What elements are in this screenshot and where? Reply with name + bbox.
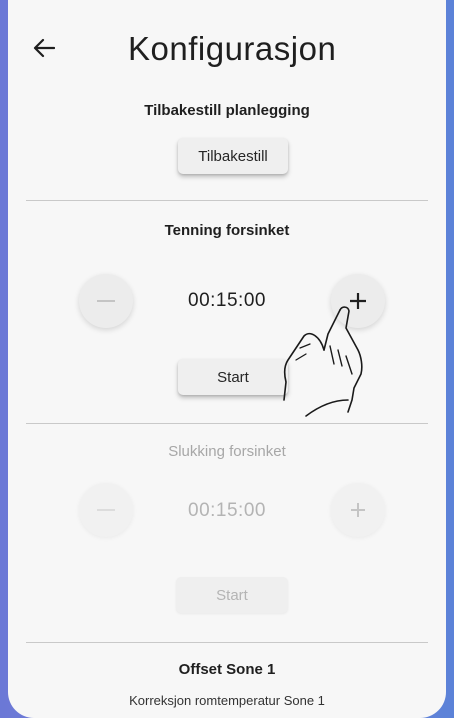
offset-zone-subtitle: Korreksjon romtemperatur Sone 1 <box>129 693 325 708</box>
configuration-screen: Konfigurasjon Tilbakestill planlegging T… <box>8 0 446 718</box>
device-frame: Konfigurasjon Tilbakestill planlegging T… <box>0 0 454 718</box>
ignition-start-button[interactable]: Start <box>178 359 288 395</box>
shutdown-increment-button[interactable] <box>331 483 385 537</box>
page-title: Konfigurasjon <box>128 30 337 67</box>
ignition-increment-button[interactable] <box>331 274 385 328</box>
reset-schedule-title: Tilbakestill planlegging <box>144 102 310 119</box>
reset-button[interactable]: Tilbakestill <box>178 138 288 174</box>
ignition-delay-title: Tenning forsinket <box>164 222 290 239</box>
divider-3 <box>26 642 428 643</box>
back-button[interactable] <box>28 32 60 64</box>
plus-icon <box>350 293 366 309</box>
divider-1 <box>26 200 428 201</box>
plus-icon <box>351 503 365 517</box>
offset-zone-title: Offset Sone 1 <box>178 661 276 678</box>
shutdown-delay-title: Slukking forsinket <box>168 443 286 460</box>
shutdown-start-button[interactable]: Start <box>176 577 288 613</box>
divider-2 <box>26 423 428 424</box>
arrow-left-icon <box>33 38 55 58</box>
app-header: Konfigurasjon <box>8 18 446 82</box>
